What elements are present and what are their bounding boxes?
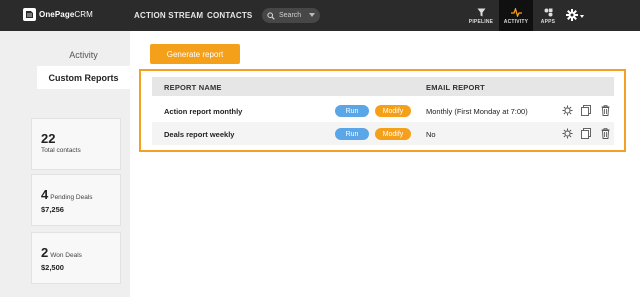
tab-pipeline[interactable]: PIPELINE [464,0,498,31]
stat-pending-deals[interactable]: 4 Pending Deals $7,256 [31,174,121,226]
stat-amount: $2,500 [41,263,64,272]
tab-apps[interactable]: APPS [531,0,565,31]
tab-activity[interactable]: ACTIVITY [499,0,533,31]
tab-pipeline-label: PIPELINE [468,19,494,25]
stat-amount: $7,256 [41,205,64,214]
stat-label: Won Deals [50,252,82,259]
trash-icon[interactable] [601,128,610,139]
stat-label: Pending Deals [50,194,93,201]
email-schedule: No [426,130,436,139]
nav-action-stream[interactable]: ACTION STREAM [134,11,203,20]
table-row: Action report monthly Run Modify Monthly… [152,99,614,122]
search-input[interactable]: Search [262,8,320,23]
header-email-report: EMAIL REPORT [426,83,485,92]
table-header: REPORT NAME EMAIL REPORT [152,77,614,96]
copy-icon[interactable] [581,105,591,116]
table-row: Deals report weekly Run Modify No [152,122,614,145]
gear-icon[interactable] [562,105,573,116]
pulse-icon [510,8,522,19]
top-navigation-bar: OnePageCRM ACTION STREAM CONTACTS Search… [0,0,640,31]
gear-icon[interactable] [562,128,573,139]
sidebar-tab-custom-reports[interactable]: Custom Reports [37,66,130,89]
logo-mark-icon [23,8,36,21]
tab-apps-label: APPS [540,19,556,25]
apps-icon [544,8,553,19]
logo-text-light: CRM [74,10,93,19]
filter-icon [477,8,486,19]
sidebar-tab-activity[interactable]: Activity [37,43,130,66]
reports-highlight-panel: REPORT NAME EMAIL REPORT Action report m… [139,69,626,152]
trash-icon[interactable] [601,105,610,116]
search-dropdown-icon[interactable] [309,13,315,17]
tab-activity-label: ACTIVITY [503,19,529,25]
stat-value: 22 [41,131,56,146]
logo-text-bold: OnePage [39,10,75,19]
gear-icon [566,9,578,23]
stat-total-contacts[interactable]: 22 Total contacts [31,118,121,170]
stat-value: 2 [41,245,49,260]
settings-caret-icon [580,14,584,18]
reports-table: REPORT NAME EMAIL REPORT Action report m… [152,77,614,145]
email-schedule: Monthly (First Monday at 7:00) [426,107,528,116]
modify-button[interactable]: Modify [375,105,411,117]
run-button[interactable]: Run [335,128,369,140]
run-button[interactable]: Run [335,105,369,117]
modify-button[interactable]: Modify [375,128,411,140]
stat-label: Total contacts [41,147,81,154]
nav-contacts[interactable]: CONTACTS [207,11,252,20]
sidebar: Activity Custom Reports 22 Total contact… [0,31,130,297]
report-name[interactable]: Deals report weekly [164,130,234,139]
onepagecrm-logo[interactable]: OnePageCRM [23,8,93,21]
report-name[interactable]: Action report monthly [164,107,242,116]
search-icon [267,11,275,20]
copy-icon[interactable] [581,128,591,139]
header-report-name: REPORT NAME [164,83,222,92]
settings-menu[interactable] [566,9,584,23]
stat-value: 4 [41,187,49,202]
stat-won-deals[interactable]: 2 Won Deals $2,500 [31,232,121,284]
search-placeholder: Search [279,12,302,19]
generate-report-button[interactable]: Generate report [150,44,240,64]
